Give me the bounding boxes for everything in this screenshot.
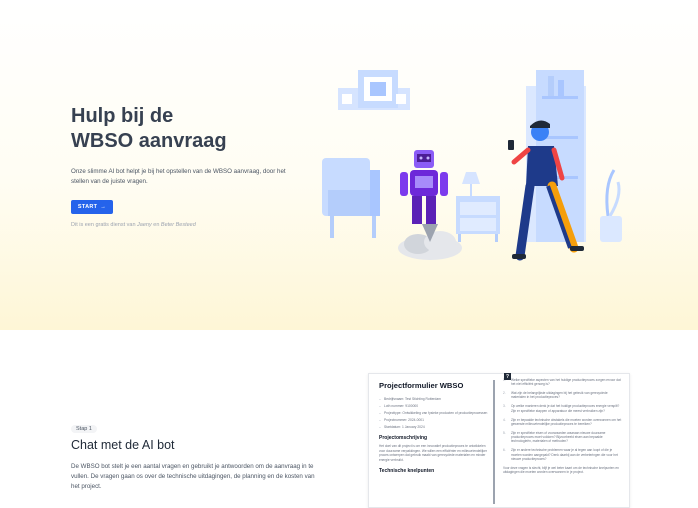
armchair-illustration <box>322 158 380 238</box>
credit-link-beter-besteed[interactable]: Beter Besteed <box>161 222 196 228</box>
list-item: Op welke manieren denk je dat het huidig… <box>503 404 623 413</box>
question-panel: Welke specifieke aspecten van het huidig… <box>503 378 623 474</box>
list-item: Startdatum: 1 January 2024 <box>379 425 491 430</box>
form-title: Projectformulier WBSO <box>379 381 464 390</box>
cabinet-illustration <box>456 196 500 242</box>
list-item: Zijn er bepaalde technische obstakels di… <box>503 418 623 427</box>
credit-link-jaeny[interactable]: Jaeny <box>137 222 152 228</box>
question-footer: Voor deze vragen is slecht, blijf je wel… <box>503 465 619 475</box>
step-title: Chat met de AI bot <box>71 438 175 452</box>
hero-title: Hulp bij de WBSO aanvraag <box>70 104 229 154</box>
list-item: Zijn er andere technische problemen waar… <box>503 448 623 461</box>
list-item: Zijn er specifieke eisen of voorwaarden … <box>503 431 623 444</box>
hero-title-line2: WBSO aanvraag <box>70 130 229 153</box>
start-button[interactable]: START → <box>71 200 113 214</box>
plant-illustration <box>600 169 622 242</box>
question-list: Welke specifieke aspecten van het huidig… <box>503 378 623 461</box>
question-icon: ? <box>504 373 511 380</box>
wall-frame-illustration <box>338 70 410 110</box>
start-button-label: START <box>77 204 98 210</box>
hero-description: Onze slimme AI bot helpt je bij het opst… <box>71 168 286 185</box>
form-content: Projectformulier WBSO Bedrijfsnaam: Test… <box>379 381 491 477</box>
credit-and: en <box>153 222 160 228</box>
arrow-right-icon: → <box>100 204 107 210</box>
list-item: Loth nummer: 9100000 <box>379 404 491 409</box>
step-description: De WBSO bot stelt je een aantal vragen e… <box>71 463 315 490</box>
step-badge: Stap 1 <box>71 425 97 433</box>
list-item: Wat zijn de belangrijkste uitdagingen bi… <box>503 391 623 400</box>
list-item: Bedrijfsnaam: Test Stichting Rotterdam <box>379 397 491 402</box>
list-item: Projecttype: Ontwikkeling van fysieke pr… <box>379 411 491 416</box>
section-text: Het doel van dit project is om een innov… <box>379 444 487 462</box>
list-item: Welke specifieke aspecten van het huidig… <box>503 378 623 387</box>
hero-section: Hulp bij de WBSO aanvraag Onze slimme AI… <box>0 0 698 330</box>
list-item: Projectnummer: 2024-0001 <box>379 418 491 423</box>
lamp-illustration <box>462 172 480 198</box>
credit-text: Dit is een gratis dienst van Jaeny en Be… <box>71 222 196 228</box>
hero-illustration <box>322 70 622 261</box>
form-info-list: Bedrijfsnaam: Test Stichting Rotterdam L… <box>379 397 491 430</box>
project-form-preview: Projectformulier WBSO Bedrijfsnaam: Test… <box>368 373 630 508</box>
credit-prefix: Dit is een gratis dienst van <box>71 222 136 228</box>
robot-illustration <box>398 150 462 260</box>
section-heading: Technische knelpunten <box>379 468 435 475</box>
divider <box>493 380 495 504</box>
section-heading: Projectomschrijving <box>379 435 428 442</box>
hero-title-line1: Hulp bij de <box>71 105 174 127</box>
